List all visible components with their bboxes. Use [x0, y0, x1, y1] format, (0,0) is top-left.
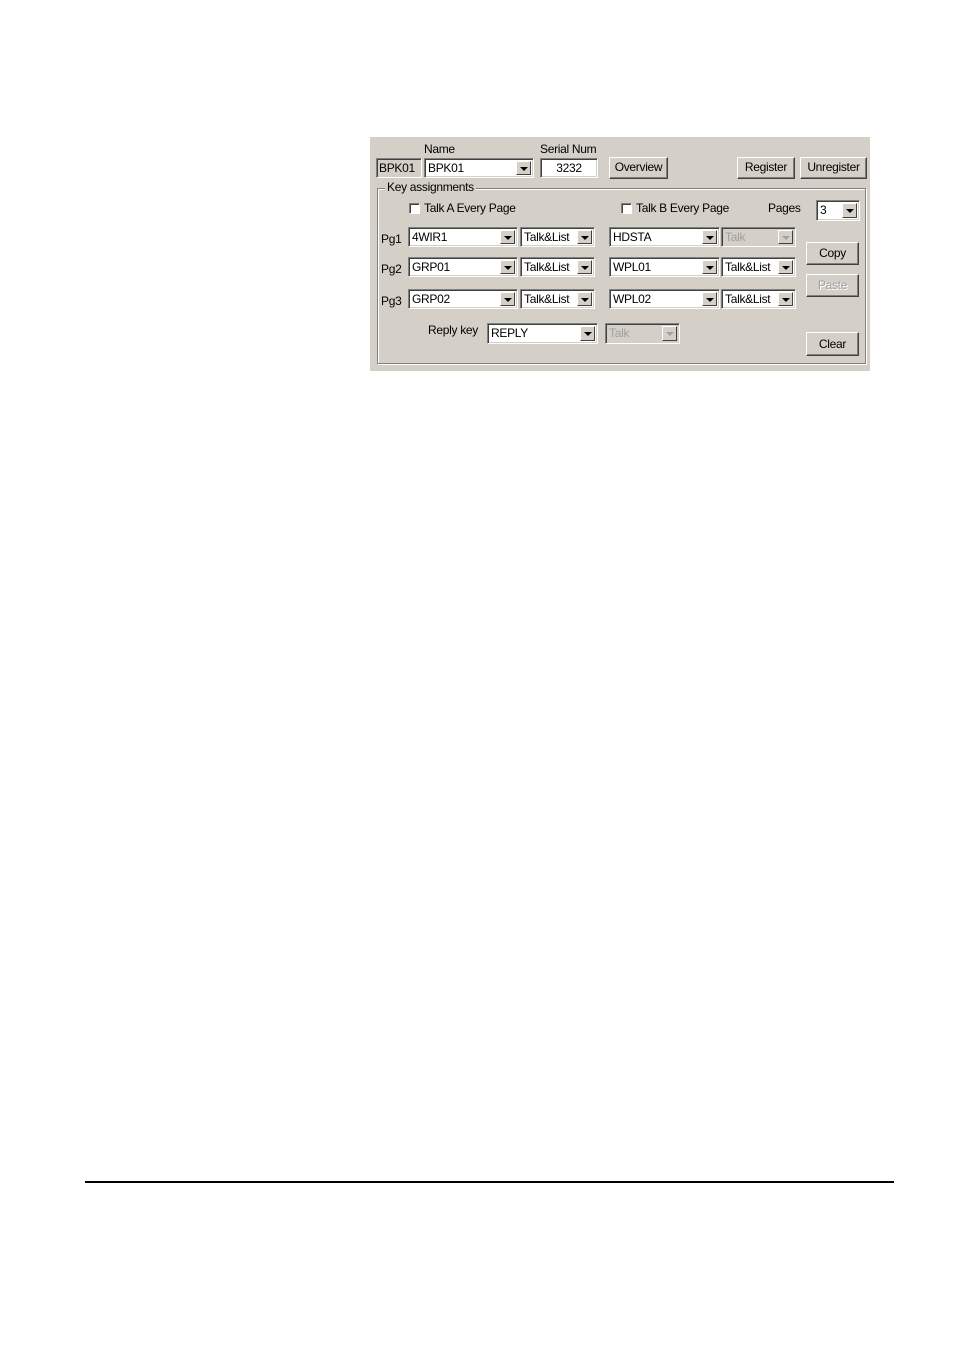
pg3-key-a-value: GRP02	[412, 292, 450, 306]
copy-button[interactable]: Copy	[806, 242, 859, 265]
clear-button[interactable]: Clear	[806, 332, 859, 356]
pg1-mode-b-value: Talk	[725, 230, 746, 244]
pg3-key-b-value: WPL02	[613, 292, 651, 306]
pg3-key-a-dropdown[interactable]: GRP02	[408, 289, 518, 309]
pg1-key-b-dropdown[interactable]: HDSTA	[609, 227, 720, 247]
pg1-key-b-value: HDSTA	[613, 230, 652, 244]
pg1-mode-a-dropdown[interactable]: Talk&List	[520, 227, 595, 247]
talk-b-every-page-label: Talk B Every Page	[636, 201, 729, 215]
name-value: BPK01	[428, 161, 464, 175]
chevron-down-icon	[778, 230, 793, 244]
pg1-key-a-value: 4WIR1	[412, 230, 448, 244]
chevron-down-icon[interactable]	[516, 161, 531, 175]
pg3-mode-a-dropdown[interactable]: Talk&List	[520, 289, 595, 309]
row-label-pg3: Pg3	[381, 294, 402, 308]
chevron-down-icon[interactable]	[500, 230, 515, 244]
pages-value: 3	[820, 203, 827, 217]
chevron-down-icon[interactable]	[577, 260, 592, 274]
pg2-mode-b-value: Talk&List	[725, 260, 771, 274]
serial-num-label: Serial Num	[540, 142, 597, 156]
key-assignments-title: Key assignments	[385, 180, 476, 194]
pg2-key-b-value: WPL01	[613, 260, 651, 274]
talk-b-every-page-checkbox[interactable]	[621, 203, 632, 214]
unregister-button[interactable]: Unregister	[800, 157, 867, 179]
pg2-key-a-dropdown[interactable]: GRP01	[408, 257, 518, 277]
register-button[interactable]: Register	[737, 157, 795, 179]
paste-button: Paste	[806, 274, 859, 297]
chevron-down-icon[interactable]	[778, 292, 793, 306]
reply-mode-dropdown: Talk	[605, 323, 680, 344]
reply-mode-value: Talk	[609, 326, 630, 340]
serial-num-field[interactable]: 3232	[540, 158, 598, 178]
panel-id-field: BPK01	[376, 158, 422, 178]
pg3-mode-b-dropdown[interactable]: Talk&List	[721, 289, 796, 309]
chevron-down-icon[interactable]	[500, 292, 515, 306]
chevron-down-icon[interactable]	[577, 292, 592, 306]
pg3-mode-a-value: Talk&List	[524, 292, 570, 306]
talk-a-every-page-label: Talk A Every Page	[424, 201, 516, 215]
chevron-down-icon[interactable]	[580, 326, 595, 341]
pg3-key-b-dropdown[interactable]: WPL02	[609, 289, 720, 309]
page-footer-rule	[85, 1181, 894, 1183]
pg2-mode-a-dropdown[interactable]: Talk&List	[520, 257, 595, 277]
pg2-key-a-value: GRP01	[412, 260, 450, 274]
chevron-down-icon[interactable]	[702, 292, 717, 306]
chevron-down-icon[interactable]	[577, 230, 592, 244]
pages-label: Pages	[768, 201, 801, 215]
pg1-mode-a-value: Talk&List	[524, 230, 570, 244]
reply-key-label: Reply key	[428, 323, 478, 337]
chevron-down-icon[interactable]	[842, 203, 857, 218]
pg2-key-b-dropdown[interactable]: WPL01	[609, 257, 720, 277]
chevron-down-icon[interactable]	[702, 260, 717, 274]
chevron-down-icon	[662, 326, 677, 341]
key-panel-dialog: Name Serial Num BPK01 BPK01 3232 Overvie…	[370, 137, 870, 371]
chevron-down-icon[interactable]	[702, 230, 717, 244]
pg2-mode-a-value: Talk&List	[524, 260, 570, 274]
pg2-mode-b-dropdown[interactable]: Talk&List	[721, 257, 796, 277]
overview-button[interactable]: Overview	[609, 157, 668, 179]
row-label-pg1: Pg1	[381, 232, 402, 246]
row-label-pg2: Pg2	[381, 262, 402, 276]
name-label: Name	[424, 142, 455, 156]
chevron-down-icon[interactable]	[500, 260, 515, 274]
chevron-down-icon[interactable]	[778, 260, 793, 274]
pg3-mode-b-value: Talk&List	[725, 292, 771, 306]
pages-dropdown[interactable]: 3	[816, 200, 860, 221]
talk-a-every-page-checkbox[interactable]	[409, 203, 420, 214]
panel-id-value: BPK01	[379, 161, 415, 175]
pg1-mode-b-dropdown: Talk	[721, 227, 796, 247]
pg1-key-a-dropdown[interactable]: 4WIR1	[408, 227, 518, 247]
reply-key-dropdown[interactable]: REPLY	[487, 323, 598, 344]
name-dropdown[interactable]: BPK01	[424, 158, 534, 178]
serial-num-value: 3232	[556, 161, 582, 175]
reply-key-value: REPLY	[491, 326, 528, 340]
